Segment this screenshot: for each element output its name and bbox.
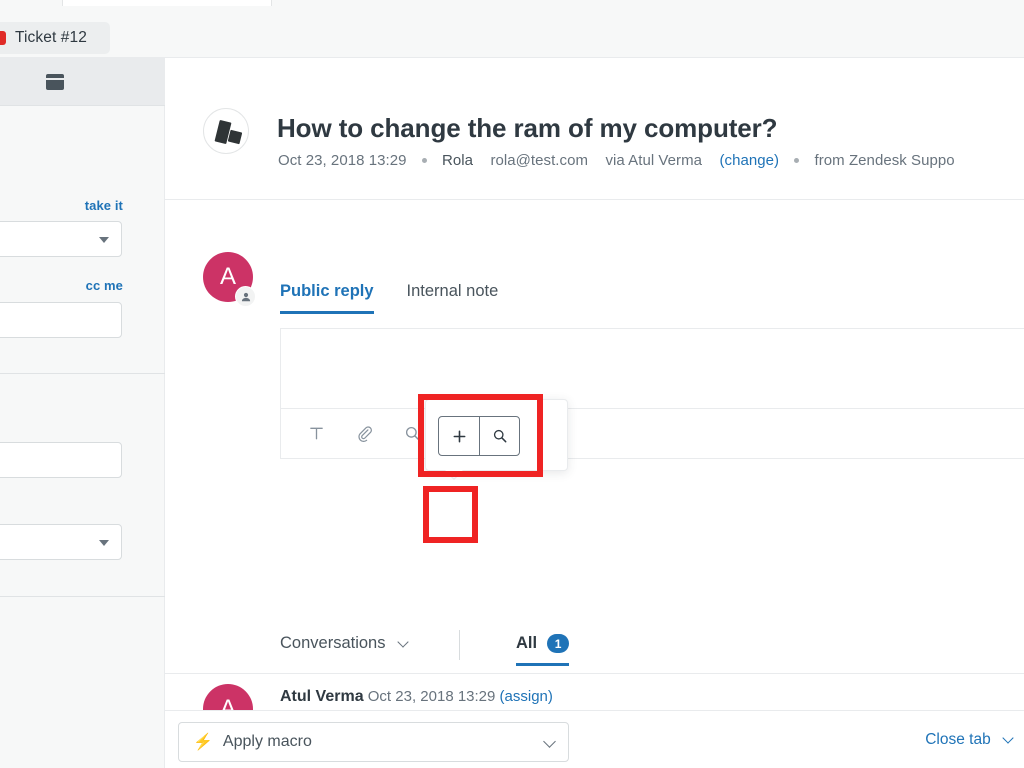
close-tab-label: Close tab (925, 731, 991, 748)
comment-timestamp: Oct 23, 2018 13:29 (367, 688, 496, 705)
ticket-requester-email: rola@test.com (490, 152, 589, 169)
tab-internal-note[interactable]: Internal note (407, 282, 499, 314)
apply-macro-label: Apply macro (222, 733, 312, 750)
ticket-channel: from Zendesk Suppo (814, 152, 955, 169)
chevron-down-icon (397, 636, 409, 648)
cc-me-link[interactable]: cc me (86, 278, 123, 293)
ticket-tab[interactable]: Ticket #12 (0, 22, 110, 54)
sidebar-divider-bottom (0, 596, 165, 597)
left-sidebar: take it cc me o y (0, 58, 165, 768)
brand-glyph (227, 129, 243, 145)
change-requester-link[interactable]: (change) (719, 152, 779, 169)
attachment-icon[interactable] (345, 415, 383, 453)
ticket-via: via Atul Verma (605, 152, 703, 169)
dot-separator-icon (421, 157, 427, 163)
agent-badge-icon (235, 286, 256, 307)
cc-field[interactable]: o (0, 302, 122, 338)
chevron-down-icon (99, 540, 109, 546)
lightning-bolt-icon: ⚡ (193, 734, 213, 751)
assign-link[interactable]: (assign) (500, 688, 553, 705)
reply-composer: A Public reply Internal note (165, 200, 1024, 462)
comment-author: Atul Verma (280, 688, 364, 705)
panel-toggle-icon[interactable] (46, 74, 64, 90)
ticket-requester: Rola (441, 152, 473, 169)
conversations-filter-dropdown[interactable]: Conversations (280, 634, 409, 653)
ticket-timestamp: Oct 23, 2018 13:29 (278, 152, 407, 169)
sidebar-header (0, 58, 165, 106)
browser-tab-strip: Ticket #12 (0, 0, 1024, 58)
brand-avatar-icon (203, 108, 249, 154)
apps-segmented-buttons (438, 416, 520, 456)
conversations-section: Conversations All 1 A Atul Verma Oct 23,… (165, 462, 1024, 710)
priority-select[interactable] (0, 524, 122, 560)
comment-header: Atul Verma Oct 23, 2018 13:29 (assign) (280, 688, 553, 706)
browser-tab-stub[interactable] (62, 0, 272, 6)
text-format-icon[interactable] (297, 415, 335, 453)
apps-popup (425, 399, 568, 480)
chevron-down-icon (543, 735, 556, 748)
main-content: How to change the ram of my computer? Oc… (165, 58, 1024, 710)
add-app-button[interactable] (439, 417, 479, 455)
assignee-select[interactable] (0, 221, 122, 257)
conversations-filter-label: Conversations (280, 634, 386, 652)
ticket-header: How to change the ram of my computer? Oc… (165, 58, 1024, 200)
dot-separator-icon (794, 157, 800, 163)
reply-tab-list: Public reply Internal note (280, 282, 531, 314)
composer-toolbar (280, 408, 1024, 459)
sidebar-body: take it cc me o y (0, 106, 165, 768)
conversations-bar: Conversations All 1 (165, 622, 1024, 674)
tab-all[interactable]: All 1 (516, 634, 570, 666)
tab-all-label: All (516, 634, 538, 652)
bottom-action-bar: ⚡ Apply macro Close tab (165, 710, 1024, 768)
chevron-down-icon (99, 237, 109, 243)
page-title: How to change the ram of my computer? (277, 113, 778, 143)
ticket-tab-label: Ticket #12 (15, 29, 87, 46)
apply-macro-select[interactable]: ⚡ Apply macro (178, 722, 569, 762)
ticket-status-icon (0, 31, 6, 45)
ticket-meta: Oct 23, 2018 13:29 Rola rola@test.com vi… (278, 152, 955, 169)
tab-public-reply[interactable]: Public reply (280, 282, 374, 314)
chevron-down-icon (1002, 732, 1014, 745)
avatar: A (203, 684, 253, 710)
tab-all-count-badge: 1 (547, 634, 570, 653)
take-it-link[interactable]: take it (85, 198, 123, 213)
search-app-button[interactable] (479, 417, 519, 455)
tags-field[interactable] (0, 442, 122, 478)
close-tab-button[interactable]: Close tab (925, 731, 1014, 749)
reply-textarea[interactable] (280, 328, 1024, 408)
popup-caret-inner-icon (445, 470, 463, 478)
sidebar-divider (0, 373, 165, 374)
comment-item: A Atul Verma Oct 23, 2018 13:29 (assign) (165, 674, 1024, 710)
app-root: Ticket #12 take it cc me o y (0, 0, 1024, 768)
vertical-divider (459, 630, 460, 660)
